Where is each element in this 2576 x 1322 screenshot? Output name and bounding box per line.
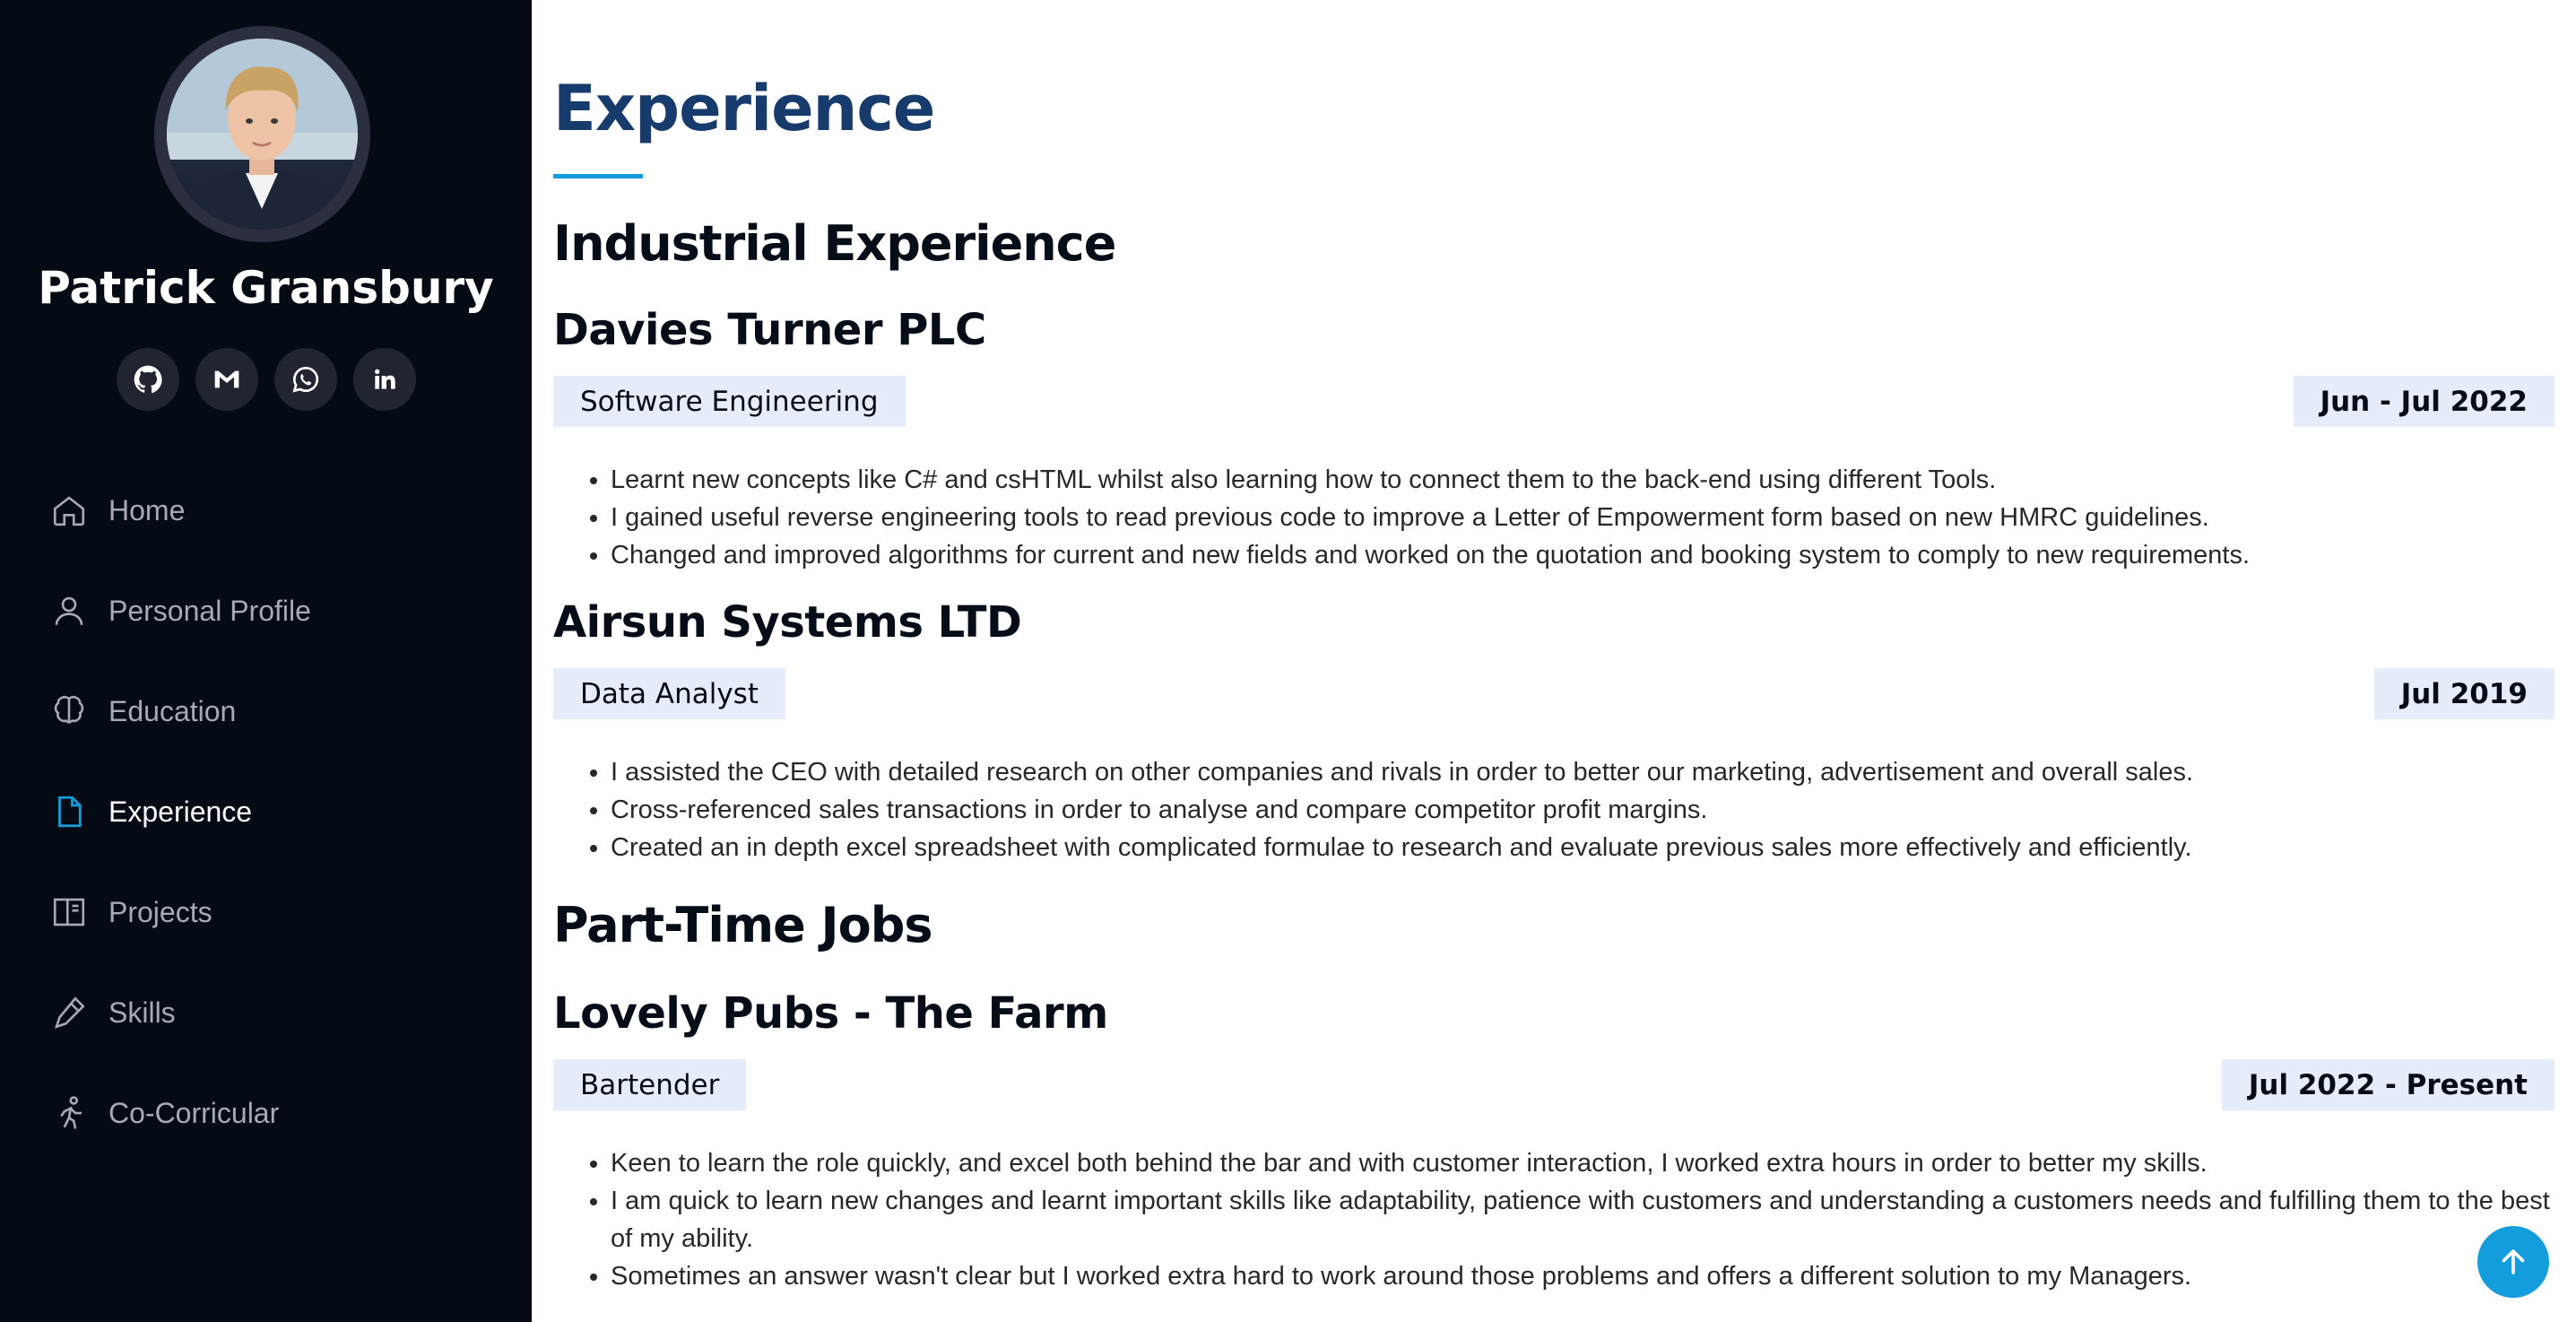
sidebar-item-experience[interactable]: Experience bbox=[0, 761, 532, 862]
job-date: Jul 2019 bbox=[2373, 668, 2554, 719]
gmail-link[interactable] bbox=[195, 348, 258, 411]
sidebar-item-label: Projects bbox=[108, 895, 212, 928]
list-item: I gained useful reverse engineering tool… bbox=[611, 499, 2554, 536]
sidebar-nav: Home Personal Profile Education Experien… bbox=[0, 460, 532, 1163]
profile-photo bbox=[167, 39, 358, 230]
list-item: Changed and improved algorithms for curr… bbox=[611, 536, 2554, 574]
avatar bbox=[154, 26, 370, 242]
sidebar-item-label: Personal Profile bbox=[108, 594, 311, 627]
brain-icon bbox=[49, 691, 89, 731]
company-name: Davies Turner PLC bbox=[553, 305, 986, 355]
sidebar-item-skills[interactable]: Skills bbox=[0, 962, 532, 1063]
book-icon bbox=[49, 892, 89, 932]
list-item: I assisted the CEO with detailed researc… bbox=[611, 753, 2554, 791]
home-icon bbox=[49, 491, 89, 530]
file-icon bbox=[49, 792, 89, 831]
list-item: Learnt new concepts like C# and csHTML w… bbox=[611, 461, 2554, 499]
whatsapp-link[interactable] bbox=[273, 348, 337, 411]
profile-name: Patrick Gransbury bbox=[38, 262, 494, 314]
company-name: Airsun Systems LTD bbox=[553, 597, 1022, 648]
whatsapp-icon bbox=[291, 366, 318, 393]
sidebar-item-home[interactable]: Home bbox=[0, 460, 532, 561]
sidebar-item-personal-profile[interactable]: Personal Profile bbox=[0, 561, 532, 661]
main-content: Experience Industrial Experience Davies … bbox=[532, 0, 2576, 1322]
company-name: Lovely Pubs - The Farm bbox=[553, 988, 1108, 1039]
section-heading-industrial: Industrial Experience bbox=[553, 215, 1116, 272]
sidebar-item-label: Experience bbox=[108, 795, 253, 828]
pen-icon bbox=[49, 993, 89, 1032]
job-date: Jun - Jul 2022 bbox=[2293, 376, 2554, 427]
list-item: I am quick to learn new changes and lear… bbox=[611, 1182, 2554, 1257]
title-underline bbox=[553, 174, 643, 178]
gmail-icon bbox=[214, 370, 239, 388]
job-role: Data Analyst bbox=[553, 668, 785, 719]
job-role: Bartender bbox=[553, 1059, 747, 1110]
job-role: Software Engineering bbox=[553, 376, 906, 427]
list-item: Created an in depth excel spreadsheet wi… bbox=[611, 829, 2554, 866]
list-item: Keen to learn the role quickly, and exce… bbox=[611, 1144, 2554, 1182]
page-title: Experience bbox=[553, 72, 935, 145]
arrow-up-icon bbox=[2502, 1249, 2525, 1274]
job-date: Jul 2022 - Present bbox=[2221, 1059, 2554, 1110]
sidebar-item-education[interactable]: Education bbox=[0, 661, 532, 761]
sidebar: Patrick Gransbury Home Personal Profile … bbox=[0, 0, 532, 1322]
job-bullets: Learnt new concepts like C# and csHTML w… bbox=[611, 461, 2554, 574]
sidebar-item-projects[interactable]: Projects bbox=[0, 862, 532, 962]
job-bullets: I assisted the CEO with detailed researc… bbox=[611, 753, 2554, 866]
linkedin-icon bbox=[374, 369, 395, 389]
sidebar-item-co-corricular[interactable]: Co-Corricular bbox=[0, 1063, 532, 1163]
job-bullets: Keen to learn the role quickly, and exce… bbox=[611, 1144, 2554, 1295]
sidebar-item-label: Home bbox=[108, 493, 186, 526]
sidebar-item-label: Education bbox=[108, 694, 237, 727]
list-item: Cross-referenced sales transactions in o… bbox=[611, 791, 2554, 829]
list-item: Sometimes an answer wasn't clear but I w… bbox=[611, 1257, 2554, 1295]
linkedin-link[interactable] bbox=[352, 348, 416, 411]
sidebar-item-label: Skills bbox=[108, 996, 176, 1029]
running-icon bbox=[49, 1093, 89, 1133]
social-links bbox=[0, 348, 532, 411]
section-heading-parttime: Part-Time Jobs bbox=[553, 897, 933, 953]
github-icon bbox=[134, 365, 162, 394]
github-link[interactable] bbox=[116, 348, 179, 411]
person-icon bbox=[49, 591, 89, 631]
sidebar-item-label: Co-Corricular bbox=[108, 1096, 280, 1129]
back-to-top-button[interactable] bbox=[2477, 1226, 2549, 1298]
